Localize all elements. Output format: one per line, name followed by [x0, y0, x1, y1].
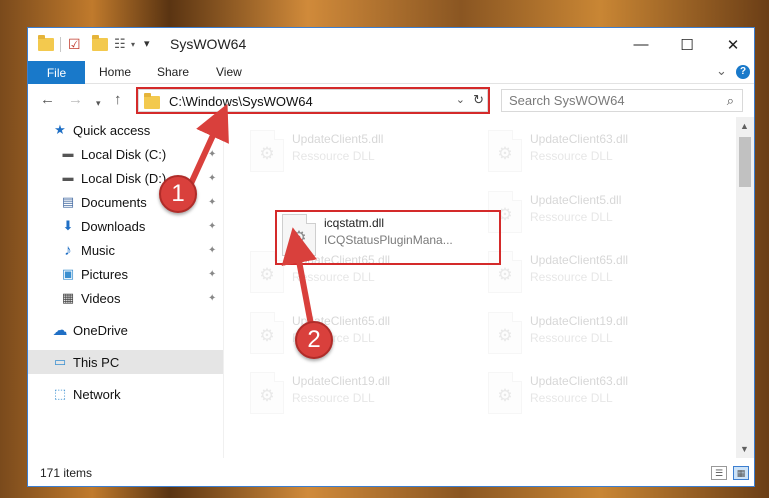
step-2-badge: 2	[295, 321, 333, 359]
arrow-to-file	[281, 227, 318, 331]
step-1-badge: 1	[159, 175, 197, 213]
annotation-arrows	[185, 103, 318, 331]
arrow-to-address-bar	[185, 103, 229, 192]
